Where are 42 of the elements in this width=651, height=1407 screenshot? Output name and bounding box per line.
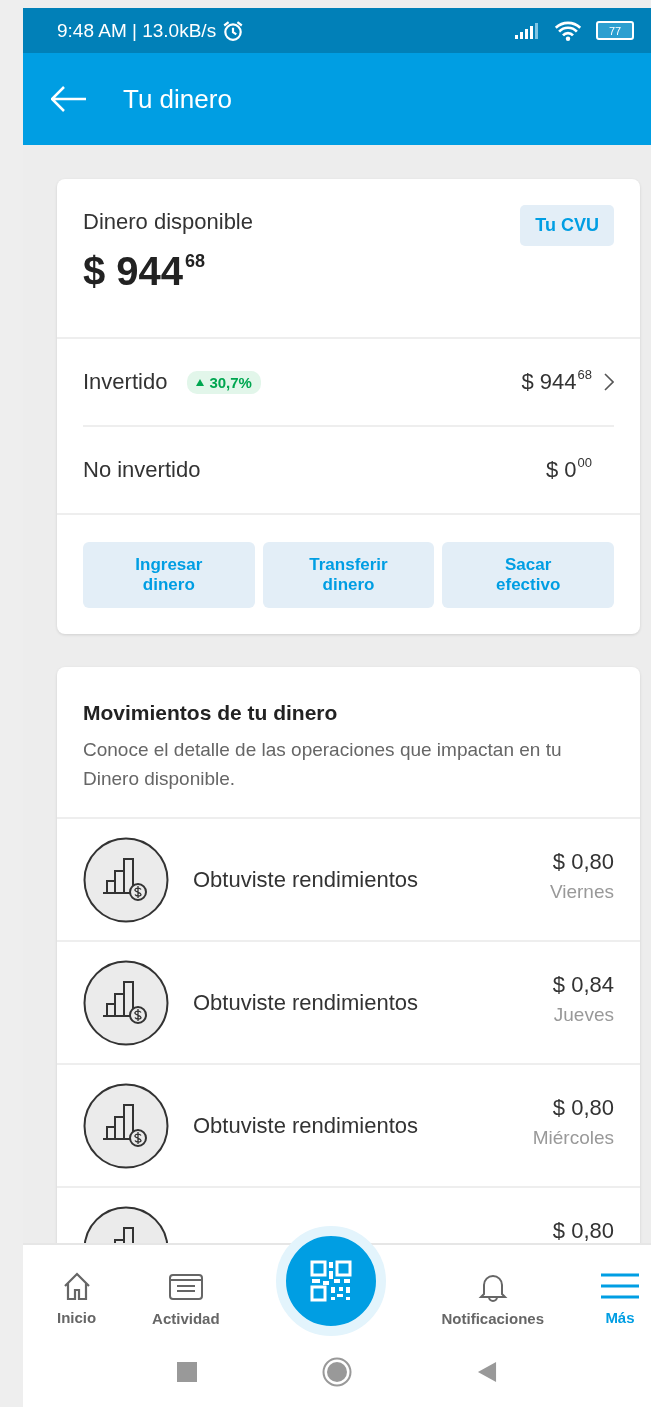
movement-date: Miércoles [532, 1126, 614, 1149]
movement-row[interactable]: Obtuviste rendimientos $ 0,84 Jueves [57, 942, 640, 1065]
row-amount: $ 0$^{00}$ [545, 457, 592, 483]
triangle-icon[interactable] [477, 1362, 497, 1382]
movement-label: Obtuviste rendimientos [193, 989, 418, 1016]
circle-icon[interactable] [322, 1357, 352, 1387]
balance-label: Dinero disponible [83, 209, 254, 235]
balance-amount: $ 944$^{68}$ [83, 249, 207, 294]
nav-tab[interactable]: Notificaciones [441, 1265, 545, 1331]
nav-tab[interactable]: Más [599, 1266, 640, 1330]
movement-date: Jueves [553, 1003, 614, 1026]
alarm-icon [222, 19, 245, 42]
nav-tab[interactable]: Inicio [57, 1266, 97, 1330]
qr-code-icon [309, 1260, 352, 1302]
balance-row[interactable]: Invertido 30,7% $ 944$^{68}$ [83, 339, 614, 427]
percent-badge: 30,7% [187, 370, 261, 394]
back-arrow-icon[interactable] [51, 86, 87, 112]
signal-icon [514, 22, 540, 39]
status-time: 9:48 AM | 13.0kB/s [57, 19, 217, 42]
section-title: Movimientos de tu dinero [83, 701, 339, 725]
movement-label: Obtuviste rendimientos [193, 1112, 418, 1139]
movement-date: Viernes [549, 880, 614, 903]
movement-row[interactable]: Obtuviste rendimientos $ 0,80 Miércoles [57, 1065, 640, 1188]
movement-row[interactable]: Obtuviste rendimientos $ 0,80 Viernes [57, 819, 640, 942]
up-triangle-icon [196, 378, 205, 386]
row-amount: $ 944$^{68}$ [521, 369, 592, 395]
wifi-icon [554, 20, 582, 41]
bar-chart-coin-icon [83, 1082, 169, 1169]
bar-chart-coin-icon [83, 959, 169, 1046]
nav-tab[interactable]: Actividad [152, 1265, 220, 1331]
page-title: Tu dinero [123, 83, 232, 115]
row-label: Invertido [83, 369, 168, 395]
bar-chart-coin-icon [83, 836, 169, 923]
movement-amount: $ 0,80 [552, 848, 614, 875]
chevron-right-icon[interactable] [604, 373, 614, 391]
movement-amount: $ 0,84 [552, 971, 614, 998]
row-label: No invertido [83, 457, 201, 483]
movement-amount: $ 0,80 [552, 1094, 614, 1121]
section-description: Conoce el detalle de las operaciones que impactan en tu Dinero disponible. [83, 738, 563, 791]
movement-label: Obtuviste rendimientos [193, 866, 418, 893]
movement-amount: $ 0,80 [552, 1217, 614, 1244]
battery-icon: 77 [596, 21, 634, 40]
